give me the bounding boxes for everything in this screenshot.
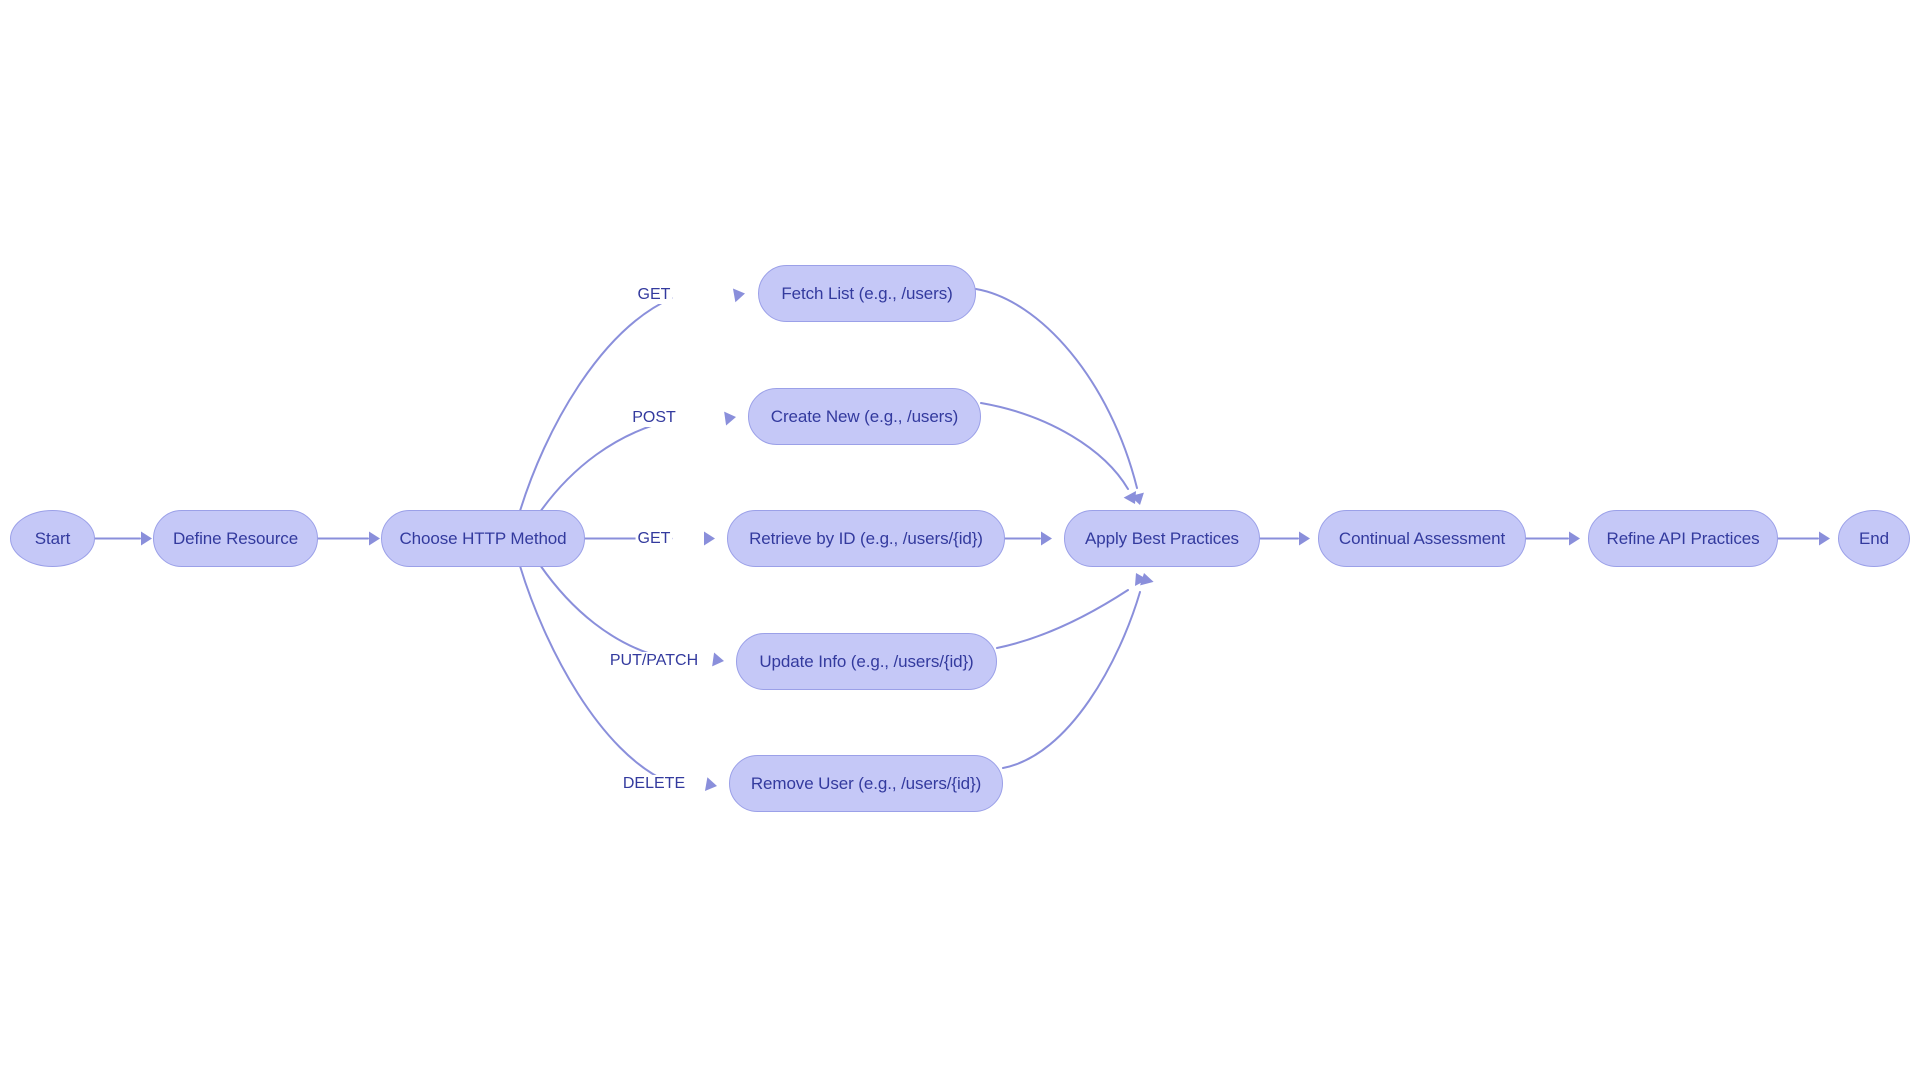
edge-remove-to-best bbox=[1002, 591, 1141, 769]
node-remove[interactable]: Remove User (e.g., /users/{id}) bbox=[729, 755, 1003, 812]
node-retrieve[interactable]: Retrieve by ID (e.g., /users/{id}) bbox=[727, 510, 1005, 567]
node-fetch[interactable]: Fetch List (e.g., /users) bbox=[758, 265, 976, 322]
arrowhead-define-to-method bbox=[369, 531, 380, 546]
arrowhead-method-to-fetch bbox=[732, 288, 745, 303]
edge-fetch-to-best bbox=[975, 288, 1138, 489]
node-end[interactable]: End bbox=[1838, 510, 1910, 567]
arrowhead-method-to-retrieve bbox=[704, 531, 715, 546]
edge-label-method-to-retrieve: GET bbox=[635, 530, 673, 548]
edge-method-to-remove bbox=[519, 565, 669, 783]
edge-update-to-best bbox=[996, 589, 1129, 649]
node-best[interactable]: Apply Best Practices bbox=[1064, 510, 1260, 567]
arrowhead-method-to-remove bbox=[704, 777, 717, 791]
node-update[interactable]: Update Info (e.g., /users/{id}) bbox=[736, 633, 997, 690]
edge-create-to-best bbox=[980, 402, 1129, 490]
edge-label-method-to-create: POST bbox=[630, 409, 678, 427]
arrowhead-assessment-to-refine bbox=[1569, 531, 1580, 546]
node-method[interactable]: Choose HTTP Method bbox=[381, 510, 585, 567]
edge-method-to-fetch bbox=[519, 297, 673, 512]
node-assessment[interactable]: Continual Assessment bbox=[1318, 510, 1526, 567]
flowchart-canvas: Start Define Resource Choose HTTP Method Fe… bbox=[0, 0, 1920, 1080]
node-define[interactable]: Define Resource bbox=[153, 510, 318, 567]
edge-method-to-update bbox=[539, 564, 669, 660]
arrowhead-refine-to-end bbox=[1819, 531, 1830, 546]
arrowhead-retrieve-to-best bbox=[1041, 531, 1052, 546]
edge-label-method-to-remove: DELETE bbox=[620, 775, 688, 793]
node-refine[interactable]: Refine API Practices bbox=[1588, 510, 1778, 567]
node-create[interactable]: Create New (e.g., /users) bbox=[748, 388, 981, 445]
edge-label-method-to-fetch: GET bbox=[635, 286, 673, 304]
arrowhead-method-to-create bbox=[724, 411, 736, 426]
edge-method-to-create bbox=[539, 418, 677, 513]
node-start[interactable]: Start bbox=[10, 510, 95, 567]
arrowhead-start-to-define bbox=[141, 531, 152, 546]
arrowhead-best-to-assessment bbox=[1299, 531, 1310, 546]
arrowhead-method-to-update bbox=[712, 652, 724, 667]
edge-label-method-to-update: PUT/PATCH bbox=[607, 652, 701, 670]
